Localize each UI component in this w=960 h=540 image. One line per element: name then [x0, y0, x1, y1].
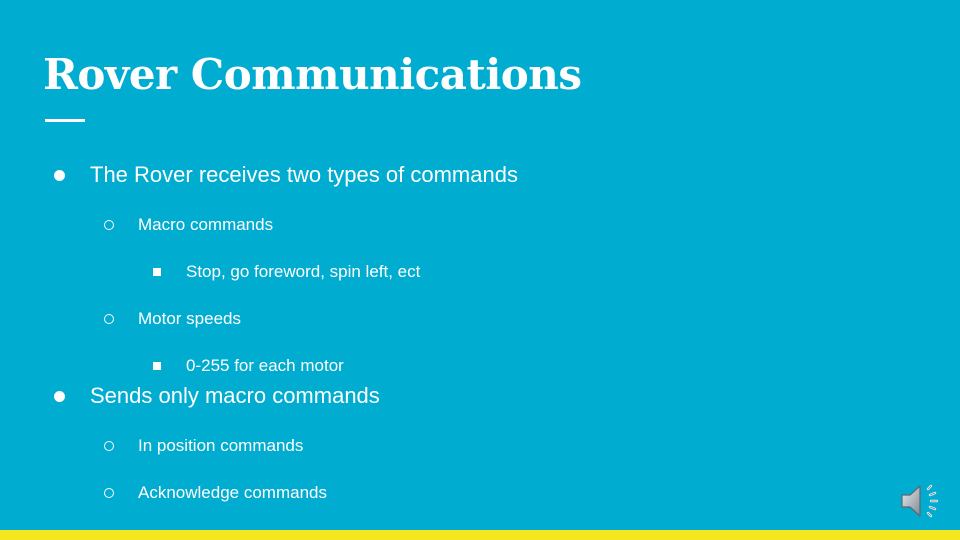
bullet-circle-icon	[104, 488, 114, 498]
bullet-level1: Sends only macro commands	[54, 382, 380, 410]
slide: Rover Communications The Rover receives …	[0, 0, 960, 540]
bullet-level2: Macro commands	[104, 214, 273, 236]
bullet-level3: Stop, go foreword, spin left, ect	[153, 261, 420, 283]
bullet-text: In position commands	[138, 436, 304, 455]
bullet-text: Sends only macro commands	[90, 383, 380, 408]
bullet-text: Motor speeds	[138, 309, 241, 328]
bullet-disc-icon	[54, 170, 65, 181]
bullet-level1: The Rover receives two types of commands	[54, 161, 518, 189]
bullet-level2: In position commands	[104, 435, 303, 457]
bullet-level2: Acknowledge commands	[104, 482, 327, 504]
bullet-level2: Motor speeds	[104, 308, 241, 330]
bullet-text: Acknowledge commands	[138, 483, 327, 502]
bullet-square-icon	[153, 362, 161, 370]
bullet-text: The Rover receives two types of commands	[90, 162, 518, 187]
slide-title: Rover Communications	[43, 50, 582, 99]
bullet-level3: 0-255 for each motor	[153, 355, 344, 377]
title-underline	[45, 119, 85, 122]
speaker-icon[interactable]	[898, 480, 944, 522]
bullet-disc-icon	[54, 391, 65, 402]
bullet-text: 0-255 for each motor	[186, 356, 344, 375]
bullet-text: Macro commands	[138, 215, 274, 234]
bullet-circle-icon	[104, 314, 114, 324]
accent-bar	[0, 530, 960, 540]
bullet-text: Stop, go foreword, spin left, ect	[186, 262, 421, 281]
bullet-square-icon	[153, 268, 161, 276]
bullet-circle-icon	[104, 441, 114, 451]
bullet-circle-icon	[104, 220, 114, 230]
